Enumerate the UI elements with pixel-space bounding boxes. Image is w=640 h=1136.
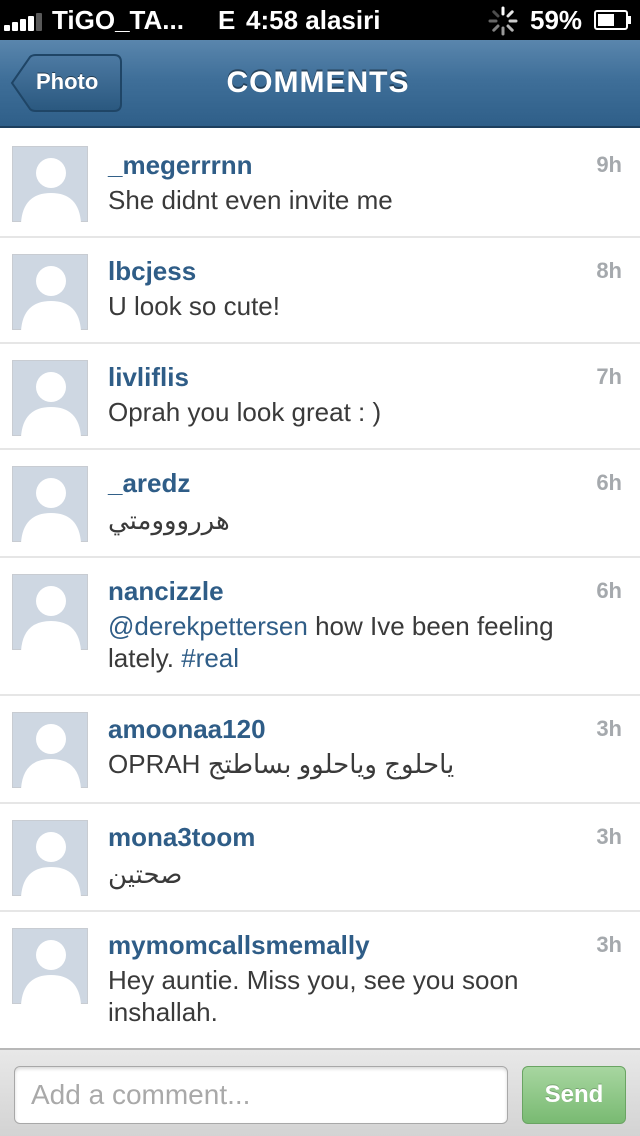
comment-row[interactable]: amoonaa120 3h OPRAH ياحلوج وياحلوو بساطت… <box>0 696 640 804</box>
avatar[interactable] <box>12 712 88 789</box>
comment-username[interactable]: nancizzle <box>108 576 224 607</box>
battery-percent: 59% <box>530 5 583 35</box>
default-user-icon <box>21 158 81 223</box>
comment-username[interactable]: mona3toom <box>108 822 255 853</box>
comments-list[interactable]: _megerrrnn 9h She didnt even invite me l… <box>0 130 640 1048</box>
default-user-icon <box>21 724 81 789</box>
signal-icon <box>4 13 48 31</box>
comment-row[interactable]: lbcjess 8h U look so cute! <box>0 238 640 344</box>
comment-text: OPRAH ياحلوج وياحلوو بساطتج <box>108 749 455 779</box>
comment-username[interactable]: livliflis <box>108 362 189 393</box>
comment-input[interactable] <box>14 1066 508 1124</box>
comment-time: 6h <box>596 470 622 495</box>
comment-time: 3h <box>596 716 622 741</box>
avatar[interactable] <box>12 466 88 543</box>
avatar[interactable] <box>12 146 88 223</box>
carrier-name: TiGO_TA... <box>52 5 184 35</box>
status-bar: TiGO_TA... E 4:58 alasiri 59% <box>0 0 640 40</box>
comment-username[interactable]: amoonaa120 <box>108 714 266 745</box>
comment-username[interactable]: lbcjess <box>108 256 196 287</box>
comment-time: 7h <box>596 364 622 389</box>
comment-text: Hey auntie. Miss you, see you soon insha… <box>108 965 519 1027</box>
comment-row[interactable]: _megerrrnn 9h She didnt even invite me <box>0 130 640 238</box>
comment-text: U look so cute! <box>108 291 280 321</box>
comment-username[interactable]: mymomcallsmemally <box>108 930 370 961</box>
comment-text: Oprah you look great : ) <box>108 397 382 427</box>
comment-row[interactable]: mona3toom 3h صحتين <box>0 804 640 912</box>
mention-link[interactable]: @derekpettersen <box>108 611 308 641</box>
comment-text: @derekpettersen how Ive been feeling lat… <box>108 610 608 674</box>
comment-text: هررووومتي <box>108 505 230 535</box>
default-user-icon <box>21 372 81 437</box>
status-time: 4:58 alasiri <box>246 5 381 35</box>
page-title: COMMENTS <box>226 66 410 99</box>
comment-composer: Send <box>0 1048 640 1136</box>
comment-text: صحتين <box>108 859 183 889</box>
battery-icon <box>594 10 631 30</box>
default-user-icon <box>21 586 81 651</box>
network-type: E <box>218 5 236 35</box>
comment-username[interactable]: _aredz <box>108 468 190 499</box>
comment-row[interactable]: nancizzle 6h @derekpettersen how Ive bee… <box>0 558 640 696</box>
avatar[interactable] <box>12 254 88 331</box>
send-button[interactable]: Send <box>522 1066 626 1124</box>
avatar[interactable] <box>12 360 88 437</box>
comment-username[interactable]: _megerrrnn <box>108 150 253 181</box>
comment-time: 8h <box>596 258 622 283</box>
avatar[interactable] <box>12 574 88 651</box>
default-user-icon <box>21 266 81 331</box>
comment-row[interactable]: mymomcallsmemally 3h Hey auntie. Miss yo… <box>0 912 640 1048</box>
default-user-icon <box>21 478 81 543</box>
comment-time: 3h <box>596 932 622 957</box>
comment-row[interactable]: _aredz 6h هررووومتي <box>0 450 640 558</box>
comment-time: 9h <box>596 152 622 177</box>
activity-spinner-icon <box>488 6 518 36</box>
comment-text: She didnt even invite me <box>108 185 393 215</box>
comment-time: 6h <box>596 578 622 603</box>
hashtag-link[interactable]: #real <box>181 643 239 673</box>
comment-row[interactable]: livliflis 7h Oprah you look great : ) <box>0 344 640 450</box>
avatar[interactable] <box>12 820 88 897</box>
default-user-icon <box>21 832 81 897</box>
avatar[interactable] <box>12 928 88 1005</box>
default-user-icon <box>21 940 81 1005</box>
comment-time: 3h <box>596 824 622 849</box>
nav-bar: Photo COMMENTS <box>0 40 640 128</box>
